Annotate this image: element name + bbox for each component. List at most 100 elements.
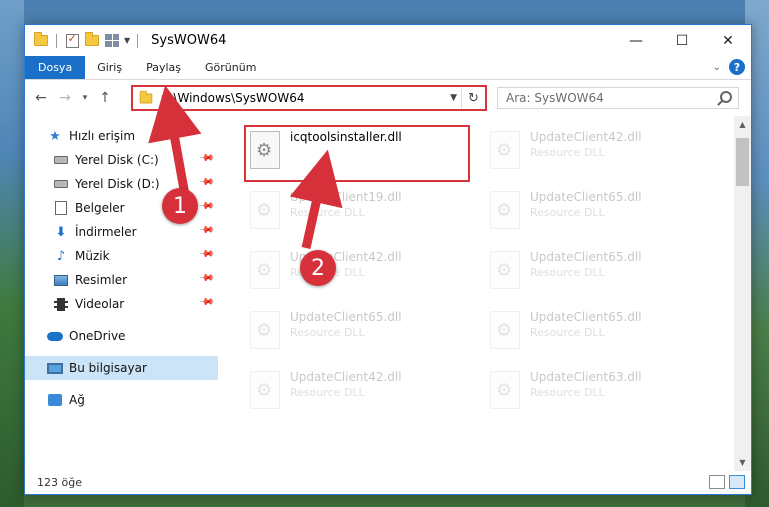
nav-label: Resimler bbox=[75, 273, 128, 287]
pin-icon[interactable]: 📌 bbox=[197, 198, 214, 215]
window-title: SysWOW64 bbox=[151, 33, 227, 48]
drive-icon bbox=[53, 152, 69, 168]
tab-share[interactable]: Paylaş bbox=[134, 56, 193, 79]
nav-item-videos[interactable]: Videolar 📌 bbox=[25, 292, 218, 316]
file-name: UpdateClient65.dll bbox=[290, 310, 402, 324]
dll-file-icon bbox=[490, 131, 520, 169]
explorer-body: ★ Hızlı erişim Yerel Disk (C:) 📌 Yerel D… bbox=[25, 116, 751, 471]
nav-item-this-pc[interactable]: Bu bilgisayar bbox=[25, 356, 218, 380]
pin-icon[interactable]: 📌 bbox=[197, 174, 214, 191]
navigation-pane: ★ Hızlı erişim Yerel Disk (C:) 📌 Yerel D… bbox=[25, 116, 218, 471]
scrollbar-thumb[interactable] bbox=[736, 138, 749, 186]
dll-file-icon bbox=[490, 371, 520, 409]
cloud-icon bbox=[47, 328, 63, 344]
dll-file-icon bbox=[490, 191, 520, 229]
pin-icon[interactable]: 📌 bbox=[197, 270, 214, 287]
scroll-up-icon[interactable]: ▲ bbox=[734, 116, 751, 133]
address-path: C:\Windows\SysWOW64 bbox=[161, 91, 305, 105]
file-name: UpdateClient63.dll bbox=[530, 370, 642, 384]
item-count: 123 öğe bbox=[37, 475, 82, 489]
maximize-button[interactable]: ☐ bbox=[659, 25, 705, 56]
nav-label: Ağ bbox=[69, 393, 85, 407]
documents-icon bbox=[53, 200, 69, 216]
view-grid-icon[interactable] bbox=[104, 33, 120, 49]
nav-item-onedrive[interactable]: OneDrive bbox=[25, 324, 218, 348]
pin-icon[interactable]: 📌 bbox=[197, 222, 214, 239]
dll-file-icon bbox=[490, 311, 520, 349]
search-placeholder: Ara: SysWOW64 bbox=[506, 91, 604, 105]
forward-arrow-icon[interactable]: → bbox=[55, 87, 75, 109]
dll-file-icon bbox=[250, 251, 280, 289]
properties-icon[interactable] bbox=[64, 32, 80, 49]
large-icons-view-icon[interactable] bbox=[729, 475, 745, 489]
toolbar-divider bbox=[137, 33, 139, 48]
search-input[interactable]: Ara: SysWOW64 bbox=[497, 87, 739, 109]
file-type: Resource DLL bbox=[290, 206, 365, 219]
nav-item-downloads[interactable]: ⬇ İndirmeler 📌 bbox=[25, 220, 218, 244]
back-arrow-icon[interactable]: ← bbox=[31, 87, 51, 109]
nav-item-local-disk-c[interactable]: Yerel Disk (C:) 📌 bbox=[25, 148, 218, 172]
refresh-icon[interactable]: ↻ bbox=[461, 87, 485, 109]
desktop-background-left bbox=[0, 0, 24, 507]
file-item-icqtoolsinstaller[interactable]: icqtoolsinstaller.dll bbox=[244, 127, 454, 181]
customize-toolbar-dropdown-icon[interactable]: ▼ bbox=[124, 36, 130, 45]
file-name: UpdateClient42.dll bbox=[290, 370, 402, 384]
file-type: Resource DLL bbox=[530, 266, 605, 279]
recent-locations-chevron-icon[interactable]: ▾ bbox=[79, 87, 91, 109]
tab-view[interactable]: Görünüm bbox=[193, 56, 268, 79]
file-item[interactable]: UpdateClient63.dll Resource DLL bbox=[484, 367, 694, 421]
star-icon: ★ bbox=[49, 128, 61, 144]
expand-ribbon-chevron-icon[interactable]: ⌄ bbox=[713, 62, 721, 73]
up-arrow-icon[interactable]: ↑ bbox=[95, 87, 115, 109]
step-marker-1: 1 bbox=[162, 188, 198, 224]
quick-access-toolbar: ▼ bbox=[25, 32, 141, 49]
file-name: UpdateClient65.dll bbox=[530, 250, 642, 264]
file-item[interactable]: UpdateClient42.dll Resource DLL bbox=[244, 367, 454, 421]
file-item[interactable]: UpdateClient65.dll Resource DLL bbox=[244, 307, 454, 361]
address-dropdown-icon[interactable]: ▼ bbox=[450, 93, 457, 103]
tab-file[interactable]: Dosya bbox=[25, 56, 86, 79]
address-bar[interactable]: C:\Windows\SysWOW64 ▼ ↻ bbox=[131, 85, 487, 111]
file-item[interactable]: UpdateClient65.dll Resource DLL bbox=[484, 247, 694, 301]
new-folder-icon[interactable] bbox=[84, 32, 100, 49]
status-bar: 123 öğe bbox=[25, 470, 751, 494]
scroll-down-icon[interactable]: ▼ bbox=[734, 454, 751, 471]
file-type: Resource DLL bbox=[530, 146, 605, 159]
pin-icon[interactable]: 📌 bbox=[197, 246, 214, 263]
file-type: Resource DLL bbox=[290, 326, 365, 339]
file-name: UpdateClient65.dll bbox=[530, 190, 642, 204]
downloads-icon: ⬇ bbox=[55, 224, 67, 240]
dll-file-icon bbox=[490, 251, 520, 289]
minimize-button[interactable]: — bbox=[613, 25, 659, 56]
pictures-icon bbox=[53, 272, 69, 288]
file-item[interactable]: UpdateClient19.dll Resource DLL bbox=[244, 187, 454, 241]
pin-icon[interactable]: 📌 bbox=[197, 150, 214, 167]
file-item[interactable]: UpdateClient42.dll Resource DLL bbox=[244, 247, 454, 301]
nav-item-pictures[interactable]: Resimler 📌 bbox=[25, 268, 218, 292]
nav-item-music[interactable]: ♪ Müzik 📌 bbox=[25, 244, 218, 268]
tab-home[interactable]: Giriş bbox=[85, 56, 134, 79]
vertical-scrollbar[interactable]: ▲ ▼ bbox=[734, 116, 751, 471]
file-name: UpdateClient19.dll bbox=[290, 190, 402, 204]
file-item[interactable]: UpdateClient65.dll Resource DLL bbox=[484, 187, 694, 241]
file-item[interactable]: UpdateClient65.dll Resource DLL bbox=[484, 307, 694, 361]
title-bar: ▼ SysWOW64 — ☐ ✕ bbox=[25, 25, 751, 56]
nav-item-network[interactable]: Ağ bbox=[25, 388, 218, 412]
details-view-icon[interactable] bbox=[709, 475, 725, 489]
file-name: UpdateClient42.dll bbox=[530, 130, 642, 144]
file-type: Resource DLL bbox=[290, 386, 365, 399]
nav-label: Belgeler bbox=[75, 201, 125, 215]
step-marker-2: 2 bbox=[300, 250, 336, 286]
file-item[interactable]: UpdateClient42.dll Resource DLL bbox=[484, 127, 694, 181]
pin-icon[interactable]: 📌 bbox=[197, 294, 214, 311]
dll-file-icon bbox=[250, 191, 280, 229]
explorer-window: ▼ SysWOW64 — ☐ ✕ Dosya Giriş Paylaş Görü… bbox=[24, 24, 752, 495]
ribbon-tabs: Dosya Giriş Paylaş Görünüm ⌄ ? bbox=[25, 56, 751, 80]
folder-icon bbox=[33, 32, 49, 49]
help-icon[interactable]: ? bbox=[729, 59, 745, 75]
nav-quick-access[interactable]: ★ Hızlı erişim bbox=[25, 124, 218, 148]
close-button[interactable]: ✕ bbox=[705, 25, 751, 56]
